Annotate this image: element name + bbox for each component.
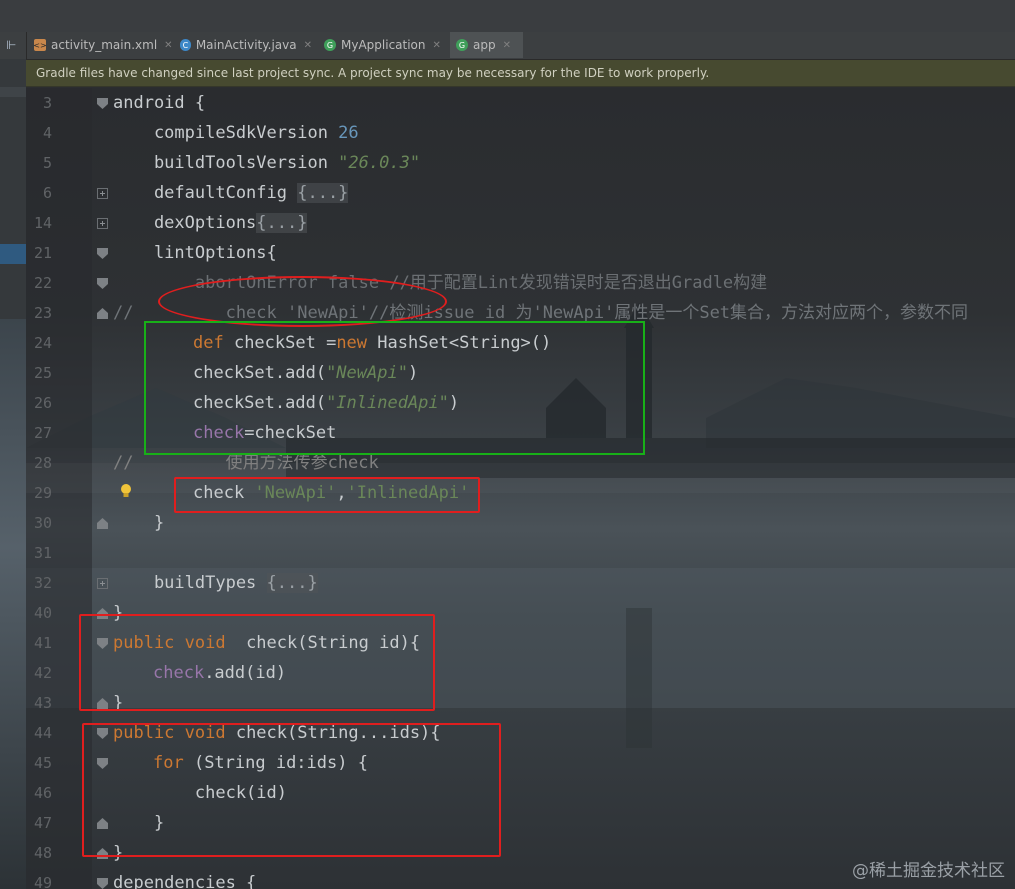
gradle-icon: G	[456, 39, 468, 51]
line-number: 32	[33, 574, 52, 592]
code-line[interactable]: dexOptions{...}	[113, 208, 308, 238]
project-panel-edge[interactable]	[0, 59, 26, 889]
fold-collapse-icon[interactable]	[97, 278, 108, 289]
line-number: 23	[33, 304, 52, 322]
xml-file-icon: <>	[33, 39, 47, 51]
close-icon[interactable]: ✕	[304, 40, 312, 51]
tab-label: MyApplication	[341, 38, 426, 52]
close-icon[interactable]: ✕	[503, 40, 511, 51]
fold-end-icon[interactable]	[97, 308, 108, 319]
line-number: 22	[33, 274, 52, 292]
tab-app[interactable]: G app ✕	[450, 32, 523, 58]
folded-region[interactable]: {...}	[266, 573, 318, 593]
line-number: 25	[33, 364, 52, 382]
fold-expand-icon[interactable]	[97, 188, 108, 199]
tab-my-application[interactable]: G MyApplication ✕	[318, 32, 450, 58]
line-number: 46	[33, 784, 52, 802]
selected-project-item[interactable]	[0, 244, 26, 264]
code-editor[interactable]: 3 4 5 6 14 21 22 23 24 25 26 27 28 29 30…	[26, 88, 1015, 889]
green-box-annotation	[144, 321, 645, 455]
fold-collapse-icon[interactable]	[97, 98, 108, 109]
line-number: 28	[33, 454, 52, 472]
line-number: 6	[42, 184, 52, 202]
code-line[interactable]: defaultConfig {...}	[113, 178, 349, 208]
notification-text: Gradle files have changed since last pro…	[36, 66, 710, 80]
fold-collapse-icon[interactable]	[97, 248, 108, 259]
tab-label: app	[473, 38, 496, 52]
line-number: 29	[33, 484, 52, 502]
line-number: 43	[33, 694, 52, 712]
line-number: 26	[33, 394, 52, 412]
line-number: 30	[33, 514, 52, 532]
code-line[interactable]: lintOptions{	[113, 238, 277, 268]
tab-bar-gutter: ⊩	[0, 32, 27, 59]
line-number: 31	[33, 544, 52, 562]
code-line[interactable]: buildToolsVersion "26.0.3"	[113, 148, 420, 178]
line-number: 42	[33, 664, 52, 682]
line-number: 45	[33, 754, 52, 772]
tab-label: MainActivity.java	[195, 38, 297, 52]
line-number: 49	[33, 874, 52, 889]
line-number: 21	[33, 244, 52, 262]
line-number: 40	[33, 604, 52, 622]
line-number: 48	[33, 844, 52, 862]
watermark: @稀土掘金技术社区	[852, 861, 1005, 881]
line-number: 47	[33, 814, 52, 832]
structure-icon[interactable]: ⊩	[6, 38, 16, 52]
line-number: 24	[33, 334, 52, 352]
line-number: 44	[33, 724, 52, 742]
red-box-annotation	[174, 477, 480, 513]
code-line[interactable]: buildTypes {...}	[113, 568, 318, 598]
java-class-icon: C	[180, 39, 191, 51]
red-box-annotation	[82, 723, 501, 857]
close-icon[interactable]: ✕	[164, 40, 172, 51]
top-toolbar-strip	[0, 0, 1015, 32]
red-ellipse-annotation	[158, 276, 447, 327]
close-icon[interactable]: ✕	[433, 40, 441, 51]
tab-activity-main[interactable]: <> activity_main.xml ✕	[28, 32, 174, 58]
code-line[interactable]: compileSdkVersion 26	[113, 118, 359, 148]
fold-expand-icon[interactable]	[97, 218, 108, 229]
fold-expand-icon[interactable]	[97, 578, 108, 589]
line-number: 5	[42, 154, 52, 172]
tab-main-activity[interactable]: C MainActivity.java ✕	[174, 32, 318, 58]
fold-end-icon[interactable]	[97, 518, 108, 529]
lightbulb-icon[interactable]	[119, 483, 133, 499]
gradle-sync-notification: Gradle files have changed since last pro…	[26, 60, 1015, 87]
folded-region[interactable]: {...}	[297, 183, 349, 203]
folded-region[interactable]: {...}	[256, 213, 308, 233]
code-line[interactable]: dependencies {	[113, 868, 256, 889]
fold-collapse-icon[interactable]	[97, 878, 108, 889]
code-line[interactable]: }	[113, 508, 164, 538]
tab-label: activity_main.xml	[51, 38, 158, 52]
line-number: 4	[42, 124, 52, 142]
line-number: 41	[33, 634, 52, 652]
line-number: 14	[33, 214, 52, 232]
editor-tab-bar: ⊩ <> activity_main.xml ✕ C MainActivity.…	[0, 32, 1015, 60]
line-number: 3	[42, 94, 52, 112]
red-box-annotation	[79, 614, 435, 711]
gradle-icon: G	[324, 39, 336, 51]
line-number: 27	[33, 424, 52, 442]
code-line[interactable]: android {	[113, 88, 205, 118]
